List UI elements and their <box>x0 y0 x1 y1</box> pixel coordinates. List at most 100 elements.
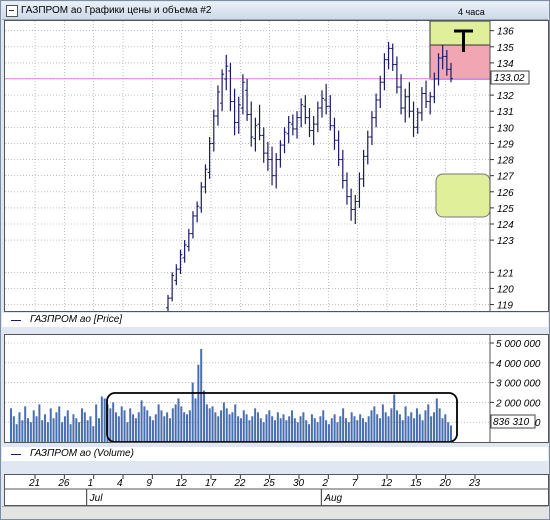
volume-bar <box>299 416 302 442</box>
ohlc-bar <box>215 85 220 126</box>
volume-bar <box>415 408 418 442</box>
volume-bar <box>115 412 118 442</box>
volume-bar <box>157 404 160 442</box>
volume-bar <box>285 420 288 442</box>
volume-bar <box>390 408 393 442</box>
ohlc-bar <box>295 111 300 139</box>
price-tick-label: 125 <box>497 204 514 215</box>
volume-bar <box>214 412 217 442</box>
price-panel[interactable]: 1361351341331321311301291281271261251241… <box>4 7 549 312</box>
ohlc-bar <box>207 137 212 179</box>
chart-window: ГАЗПРОМ ао Графики цены и объема #2 136 1… <box>0 0 550 520</box>
volume-bar <box>450 425 452 442</box>
volume-bar <box>444 414 447 442</box>
volume-bar <box>112 402 115 442</box>
volume-bar <box>447 422 450 442</box>
volume-bar <box>208 408 211 442</box>
volume-bar <box>339 416 342 442</box>
volume-bar <box>69 424 72 442</box>
ohlc-bar <box>382 53 387 91</box>
horizontal-scrollbar[interactable] <box>2 506 548 519</box>
volume-bar <box>222 402 225 442</box>
volume-bar <box>49 408 52 442</box>
volume-bar <box>32 410 35 442</box>
volume-bar <box>396 410 399 442</box>
volume-bar <box>427 404 430 442</box>
ohlc-bar <box>240 74 245 115</box>
time-axis[interactable]: 21 26 1 4 9 12 17 22 25 30 2 7 12 15 20 23 Jul Aug <box>4 474 549 506</box>
volume-tick-label: 3 000 000 <box>496 379 541 390</box>
ohlc-bar <box>365 130 370 165</box>
ohlc-bar <box>199 182 204 213</box>
volume-bar <box>46 422 49 442</box>
volume-bar <box>61 422 64 442</box>
ohlc-bar <box>253 117 258 152</box>
volume-bar <box>168 418 171 442</box>
volume-chart[interactable]: 5 000 0004 000 0003 000 0002 000 0001 00… <box>5 335 548 442</box>
volume-bar <box>248 420 251 442</box>
volume-bar <box>149 416 152 442</box>
volume-bar <box>100 396 103 442</box>
volume-bar <box>12 416 15 442</box>
volume-bar <box>268 410 271 442</box>
volume-bar <box>188 410 191 442</box>
volume-bar <box>126 422 129 442</box>
ohlc-bar <box>369 111 374 146</box>
volume-tick-label: 5 000 000 <box>496 339 541 350</box>
ohlc-bar <box>249 101 254 147</box>
target-zone-box <box>429 21 491 46</box>
volume-bar <box>129 408 132 442</box>
volume-bar <box>86 420 89 442</box>
volume-bar <box>288 416 291 442</box>
volume-bar <box>137 412 140 442</box>
volume-bar <box>384 412 387 442</box>
ohlc-bar <box>319 90 324 118</box>
day-label: 23 <box>468 478 481 489</box>
volume-bar <box>217 416 220 442</box>
volume-bar <box>239 418 242 442</box>
ohlc-bar <box>403 88 408 123</box>
volume-bar <box>265 414 268 442</box>
volume-bar <box>336 422 339 442</box>
volume-bar <box>140 400 143 442</box>
price-tick-label: 120 <box>497 284 514 295</box>
svg-text:836 310: 836 310 <box>493 417 530 428</box>
price-tick-label: 131 <box>497 107 514 118</box>
volume-bar <box>194 398 197 442</box>
price-legend[interactable]: ГАЗПРОМ ао [Price] <box>2 313 548 327</box>
volume-bar <box>24 406 27 442</box>
volume-bar <box>398 414 401 442</box>
day-label: 7 <box>352 478 358 489</box>
volume-bar <box>132 414 135 442</box>
ohlc-bar <box>307 108 312 137</box>
volume-bar <box>362 418 364 442</box>
ohlc-bar <box>349 188 354 221</box>
ohlc-bar <box>190 211 195 239</box>
volume-panel[interactable]: 5 000 0004 000 0003 000 0002 000 0001 00… <box>4 334 549 443</box>
volume-bar <box>231 412 234 442</box>
volume-bar <box>438 408 441 442</box>
price-chart[interactable]: 1361351341331321311301291281271261251241… <box>5 21 548 311</box>
volume-bar <box>296 422 299 442</box>
volume-bar <box>220 410 223 442</box>
ohlc-bar <box>386 41 391 70</box>
chart-window-icon <box>6 5 18 17</box>
volume-bar <box>256 412 259 442</box>
price-tick-label: 121 <box>497 268 514 279</box>
volume-bar <box>55 412 58 442</box>
ohlc-bar <box>399 74 404 115</box>
ohlc-bar <box>224 54 229 91</box>
volume-bar <box>262 422 265 442</box>
ohlc-bar <box>166 294 170 311</box>
volume-legend[interactable]: ГАЗПРОМ ао (Volume) <box>2 447 548 461</box>
volume-tick-label: 4 000 000 <box>496 359 541 370</box>
price-tick-label: 129 <box>497 139 514 150</box>
volume-bar <box>151 420 154 442</box>
ohlc-bar <box>344 172 349 205</box>
ohlc-bar <box>290 114 295 136</box>
ohlc-bar <box>232 88 237 136</box>
volume-bar <box>316 422 319 442</box>
volume-bar <box>174 404 177 442</box>
ohlc-bar <box>394 56 399 94</box>
ohlc-bar <box>211 109 216 152</box>
